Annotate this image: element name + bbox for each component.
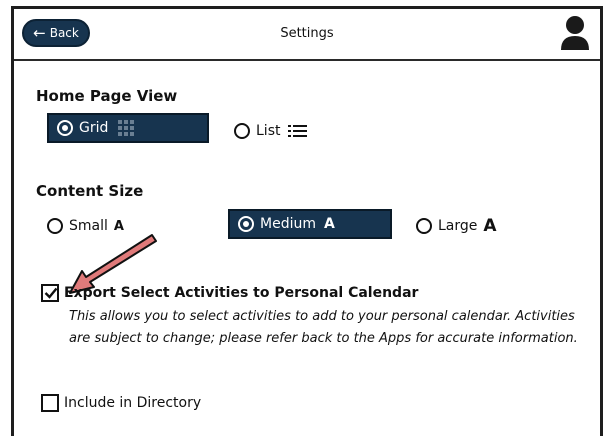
size-large-option[interactable]: Large A bbox=[416, 211, 526, 241]
include-directory-checkbox[interactable] bbox=[41, 394, 59, 412]
user-avatar-icon[interactable] bbox=[560, 14, 590, 52]
include-directory-label: Include in Directory bbox=[64, 395, 202, 411]
grid-icon bbox=[118, 120, 135, 136]
radio-selected-icon bbox=[57, 120, 73, 136]
app-header: ← Back Settings bbox=[14, 9, 600, 61]
size-medium-label: Medium bbox=[260, 216, 316, 232]
checkmark-icon bbox=[44, 287, 58, 299]
list-view-label: List bbox=[256, 123, 281, 139]
grid-view-label: Grid bbox=[79, 120, 109, 136]
settings-screen: ← Back Settings Home Page View Grid List bbox=[11, 6, 603, 436]
list-icon bbox=[288, 125, 308, 137]
export-calendar-description: This allows you to select activities to … bbox=[69, 309, 578, 346]
size-large-label: Large bbox=[438, 218, 478, 234]
radio-unselected-icon bbox=[416, 218, 432, 234]
radio-selected-icon bbox=[238, 216, 254, 232]
export-calendar-checkbox[interactable] bbox=[41, 284, 59, 302]
home-page-view-title: Home Page View bbox=[36, 87, 178, 105]
grid-view-option[interactable]: Grid bbox=[47, 113, 209, 143]
size-medium-marker: A bbox=[323, 216, 335, 232]
size-large-marker: A bbox=[483, 216, 497, 236]
export-calendar-label: Export Select Activities to Personal Cal… bbox=[64, 285, 419, 301]
radio-unselected-icon bbox=[234, 123, 250, 139]
size-medium-option[interactable]: Medium A bbox=[228, 209, 392, 239]
content-size-title: Content Size bbox=[36, 182, 144, 200]
page-title: Settings bbox=[280, 26, 334, 41]
list-view-option[interactable]: List bbox=[234, 116, 324, 146]
